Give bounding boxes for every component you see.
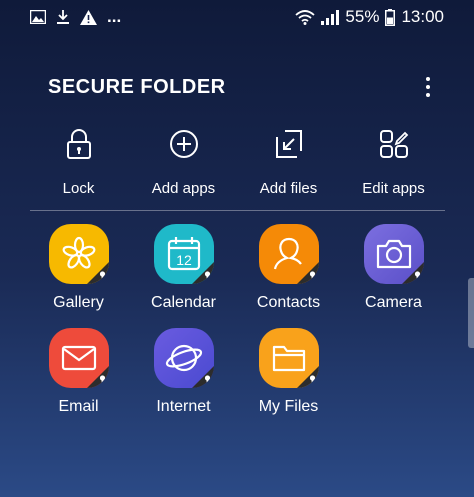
edit-apps-button[interactable]: Edit apps	[341, 128, 446, 197]
app-calendar[interactable]: 12 Calendar	[131, 224, 236, 312]
divider	[30, 210, 445, 211]
status-bar: ... 55% 13:00	[0, 0, 474, 34]
app-gallery[interactable]: Gallery	[26, 224, 131, 312]
gallery-icon	[48, 224, 109, 284]
app-label-my-files: My Files	[258, 398, 319, 415]
clock: 13:00	[401, 7, 444, 26]
add-files-label: Add files	[259, 180, 318, 197]
app-label-internet: Internet	[156, 398, 211, 415]
lock-icon	[64, 128, 94, 160]
app-camera[interactable]: Camera	[341, 224, 446, 312]
add-files-button[interactable]: Add files	[236, 128, 341, 197]
key-icon	[204, 375, 210, 386]
app-label-email: Email	[58, 398, 99, 415]
lock-label: Lock	[62, 180, 95, 197]
key-icon	[414, 271, 420, 282]
key-icon	[99, 271, 105, 282]
add-file-icon	[274, 128, 304, 160]
contacts-icon	[258, 224, 319, 284]
email-icon	[48, 328, 109, 388]
key-icon	[309, 271, 315, 282]
folder-icon	[258, 328, 319, 388]
more-vertical-icon-dot	[426, 77, 430, 81]
edit-apps-label: Edit apps	[362, 180, 425, 197]
add-apps-button[interactable]: Add apps	[131, 128, 236, 197]
app-label-camera: Camera	[365, 294, 422, 311]
add-apps-label: Add apps	[151, 180, 216, 197]
calendar-day: 12	[176, 252, 192, 268]
app-grid: Gallery 12 Calendar Contacts Camera Emai…	[26, 224, 446, 416]
more-vertical-icon-dot	[426, 93, 430, 97]
app-internet[interactable]: Internet	[131, 328, 236, 416]
calendar-icon: 12	[153, 224, 214, 284]
app-label-contacts: Contacts	[256, 294, 321, 311]
page-title: SECURE FOLDER	[48, 75, 226, 98]
key-icon	[204, 271, 210, 282]
status-left-icons: ...	[30, 7, 121, 27]
secure-folder-header: SECURE FOLDER	[48, 72, 438, 102]
camera-icon	[363, 224, 424, 284]
download-icon	[56, 9, 70, 25]
more-vertical-icon-dot	[426, 85, 430, 89]
key-icon	[309, 375, 315, 386]
app-email[interactable]: Email	[26, 328, 131, 416]
add-circle-icon	[169, 128, 199, 160]
app-contacts[interactable]: Contacts	[236, 224, 341, 312]
status-right-icons: 55% 13:00	[295, 7, 444, 27]
key-icon	[99, 375, 105, 386]
app-my-files[interactable]: My Files	[236, 328, 341, 416]
battery-icon	[385, 8, 396, 26]
lock-button[interactable]: Lock	[26, 128, 131, 197]
edit-apps-icon	[379, 128, 409, 160]
more-options-button[interactable]	[418, 72, 438, 102]
scrollbar[interactable]	[468, 278, 474, 348]
warning-icon	[80, 9, 97, 25]
action-row: Lock Add apps Add files Edit apps	[26, 128, 446, 197]
battery-percent: 55%	[345, 7, 380, 26]
signal-icon	[321, 9, 340, 25]
image-icon	[30, 10, 46, 24]
app-label-calendar: Calendar	[151, 294, 216, 311]
internet-icon	[153, 328, 214, 388]
app-label-gallery: Gallery	[53, 294, 104, 311]
wifi-icon	[295, 9, 316, 25]
overflow-dots: ...	[107, 7, 122, 26]
